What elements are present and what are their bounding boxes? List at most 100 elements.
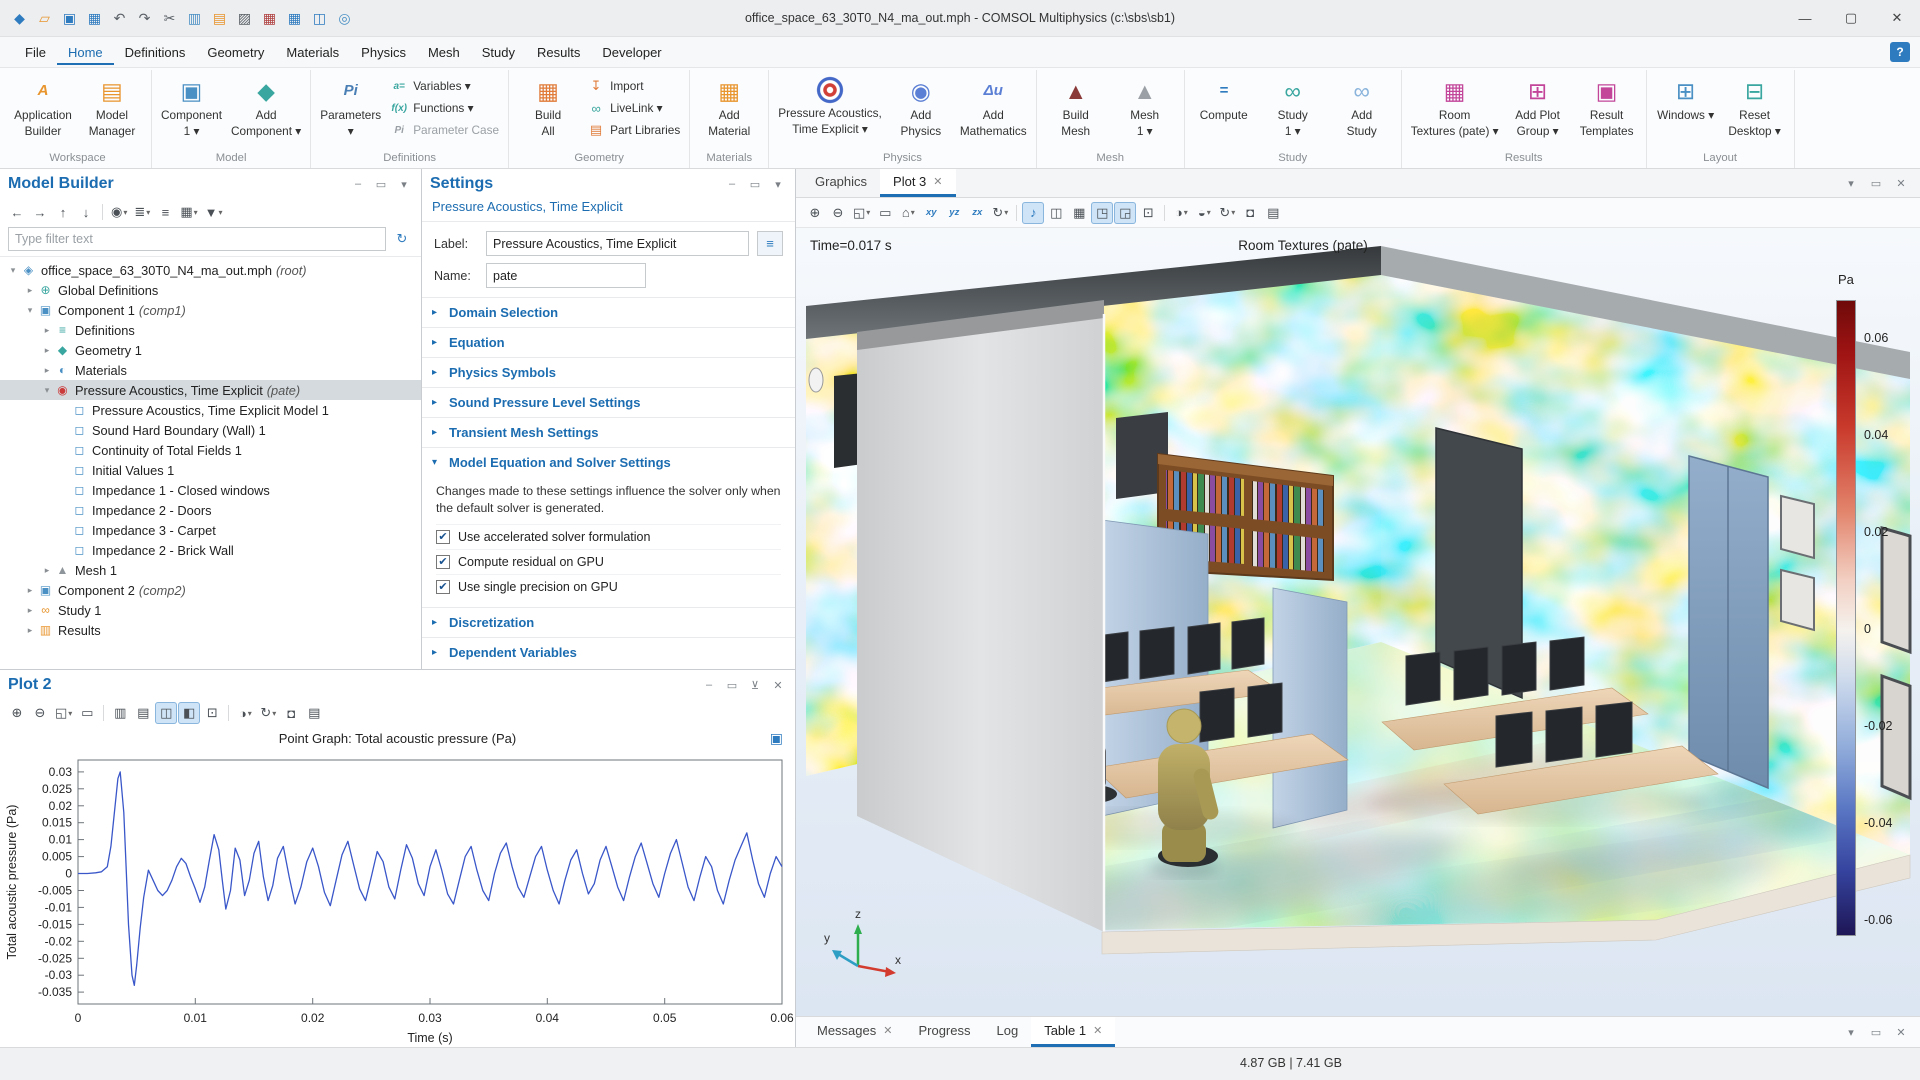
collapse-all-icon[interactable]: ≣ ▾ bbox=[131, 201, 153, 223]
checkbox[interactable]: ✔ bbox=[436, 555, 450, 570]
snapshot-icon[interactable]: ◘ bbox=[1239, 202, 1261, 224]
tree-expander-icon[interactable]: ▸ bbox=[23, 285, 37, 296]
print-icon[interactable]: ▤ bbox=[1262, 202, 1284, 224]
variables-button[interactable]: a= Variables ▾ bbox=[386, 77, 503, 95]
menu-mesh[interactable]: Mesh bbox=[417, 40, 471, 65]
redo-icon[interactable]: ↷ bbox=[133, 7, 156, 30]
zoom-in-icon[interactable]: ⊕ bbox=[804, 202, 826, 224]
tree-item[interactable]: ▸ ⊕ Global Definitions bbox=[0, 280, 421, 300]
zoom-out-icon[interactable]: ⊖ bbox=[827, 202, 849, 224]
show-grid-icon[interactable]: ▦ bbox=[1068, 202, 1090, 224]
import-button[interactable]: ↧ Import bbox=[583, 77, 684, 95]
mesh-1-button[interactable]: ▲ Mesh 1 ▾ bbox=[1111, 73, 1179, 141]
tree-item[interactable]: ◻ Impedance 3 - Carpet bbox=[0, 520, 421, 540]
view-zx-icon[interactable]: zx bbox=[966, 202, 988, 224]
panel-float-icon[interactable]: ▭ bbox=[746, 175, 764, 193]
panel-menu-icon[interactable]: ▾ bbox=[1842, 1023, 1860, 1041]
tree-filter-input[interactable] bbox=[8, 227, 386, 251]
section-header[interactable]: ▸ Domain Selection bbox=[422, 297, 795, 327]
view-xy-icon[interactable]: xy bbox=[920, 202, 942, 224]
physics-interface-button[interactable]: Pressure Acoustics, Time Explicit ▾ bbox=[774, 73, 886, 139]
go-to-default-view-icon[interactable]: ⌂ ▾ bbox=[897, 202, 919, 224]
panel-menu-icon[interactable]: ▾ bbox=[1842, 174, 1860, 192]
study-1-button[interactable]: ∞ Study 1 ▾ bbox=[1259, 73, 1327, 141]
menu-file[interactable]: File bbox=[14, 40, 57, 65]
tree-item[interactable]: ▸ ◐ Materials bbox=[0, 360, 421, 380]
panel-pin-icon[interactable]: ⊻ bbox=[746, 676, 764, 694]
menu-physics[interactable]: Physics bbox=[350, 40, 417, 65]
tree-expander-icon[interactable]: ▸ bbox=[40, 365, 54, 376]
box-zoom-icon[interactable]: ▭ bbox=[76, 702, 98, 724]
tab-close-icon[interactable]: ✕ bbox=[1093, 1024, 1102, 1037]
plot-appearance-icon[interactable]: ◑ ▾ bbox=[234, 702, 256, 724]
scene-3d[interactable] bbox=[796, 228, 1920, 1016]
x-log-axis-icon[interactable]: ▤ bbox=[132, 702, 154, 724]
section-header[interactable]: ▸ Equation bbox=[422, 327, 795, 357]
save-all-icon[interactable]: ▦ bbox=[83, 7, 106, 30]
split-view-icon[interactable]: ◫ bbox=[1045, 202, 1067, 224]
tab-log[interactable]: Log bbox=[984, 1017, 1032, 1047]
zoom-extents-icon[interactable]: ◱ ▾ bbox=[52, 702, 75, 724]
cut-icon[interactable]: ✂ bbox=[158, 7, 181, 30]
tree-item[interactable]: ▸ ▲ Mesh 1 bbox=[0, 560, 421, 580]
panel-collapse-icon[interactable]: – bbox=[723, 175, 741, 193]
panel-collapse-icon[interactable]: – bbox=[349, 175, 367, 193]
model-builder-window-icon[interactable]: ▦ bbox=[258, 7, 281, 30]
livelink-button[interactable]: ∞ LiveLink ▾ bbox=[583, 99, 684, 117]
tree-item[interactable]: ◻ Impedance 2 - Doors bbox=[0, 500, 421, 520]
panel-menu-icon[interactable]: ▾ bbox=[395, 175, 413, 193]
forward-icon[interactable]: → bbox=[29, 201, 51, 223]
tree-item[interactable]: ▾ ▣ Component 1 (comp1) bbox=[0, 300, 421, 320]
room-textures-button[interactable]: ▦ Room Textures (pate) ▾ bbox=[1407, 73, 1503, 141]
panel-float-icon[interactable]: ▭ bbox=[372, 175, 390, 193]
manual-axis-limits-icon[interactable]: ◫ bbox=[155, 702, 178, 724]
undo-icon[interactable]: ↶ bbox=[108, 7, 131, 30]
tab-messages[interactable]: Messages ✕ bbox=[804, 1017, 905, 1047]
functions-button[interactable]: f(x) Functions ▾ bbox=[386, 99, 503, 117]
settings-window-icon[interactable]: ▦ bbox=[283, 7, 306, 30]
panel-float-icon[interactable]: ▭ bbox=[723, 676, 741, 694]
panel-float-icon[interactable]: ▭ bbox=[1867, 1023, 1885, 1041]
tab-table-1[interactable]: Table 1 ✕ bbox=[1031, 1017, 1116, 1047]
tree-expander-icon[interactable]: ▾ bbox=[40, 385, 54, 396]
lock-view-icon[interactable]: ⊡ bbox=[1137, 202, 1159, 224]
tree-item[interactable]: ◻ Continuity of Total Fields 1 bbox=[0, 440, 421, 460]
tab-graphics[interactable]: Graphics bbox=[802, 169, 880, 197]
menu-definitions[interactable]: Definitions bbox=[114, 40, 197, 65]
tree-item[interactable]: ◻ Impedance 2 - Brick Wall bbox=[0, 540, 421, 560]
tab-close-icon[interactable]: ✕ bbox=[883, 1024, 892, 1037]
copy-icon[interactable]: ▥ bbox=[183, 7, 206, 30]
image-effects-icon[interactable]: ◒ ▾ bbox=[1193, 202, 1215, 224]
y-log-axis-icon[interactable]: ▥ bbox=[109, 702, 131, 724]
add-material-button[interactable]: ▦ Add Material bbox=[695, 73, 763, 141]
view-yz-icon[interactable]: yz bbox=[943, 202, 965, 224]
move-down-icon[interactable]: ↓ bbox=[75, 201, 97, 223]
plot2-chart-area[interactable]: Point Graph: Total acoustic pressure (Pa… bbox=[0, 726, 795, 1047]
reset-desktop-button[interactable]: ⊟ Reset Desktop ▾ bbox=[1721, 73, 1789, 141]
tree-item[interactable]: ◻ Sound Hard Boundary (Wall) 1 bbox=[0, 420, 421, 440]
zoom-in-icon[interactable]: ⊕ bbox=[6, 702, 28, 724]
compute-button[interactable]: = Compute bbox=[1190, 73, 1258, 125]
help-icon[interactable]: ? bbox=[1890, 42, 1910, 62]
tree-item[interactable]: ▸ ▣ Component 2 (comp2) bbox=[0, 580, 421, 600]
expand-all-icon[interactable]: ≡ bbox=[154, 201, 176, 223]
component-1-button[interactable]: ▣ Component 1 ▾ bbox=[157, 73, 226, 141]
section-header[interactable]: ▸ Sound Pressure Level Settings bbox=[422, 387, 795, 417]
tree-expander-icon[interactable]: ▸ bbox=[23, 625, 37, 636]
build-all-button[interactable]: ▦ Build All bbox=[514, 73, 582, 141]
save-icon[interactable]: ▣ bbox=[58, 7, 81, 30]
add-component-button[interactable]: ◆ Add Component ▾ bbox=[227, 73, 305, 141]
section-header[interactable]: ▸ Physics Symbols bbox=[422, 357, 795, 387]
perspective-projection-icon[interactable]: ◲ bbox=[1114, 201, 1137, 224]
tree-item[interactable]: ▾ ◉ Pressure Acoustics, Time Explicit (pate… bbox=[0, 380, 421, 400]
print-icon[interactable]: ▤ bbox=[303, 702, 325, 724]
update-view-icon[interactable]: ↻ ▾ bbox=[1216, 202, 1238, 224]
snapshot-icon[interactable]: ◘ bbox=[280, 702, 302, 724]
paste-icon[interactable]: ▤ bbox=[208, 7, 231, 30]
tree-expander-icon[interactable]: ▸ bbox=[23, 585, 37, 596]
tree-item[interactable]: ▸ ◆ Geometry 1 bbox=[0, 340, 421, 360]
tree-expander-icon[interactable]: ▾ bbox=[23, 305, 37, 316]
menu-study[interactable]: Study bbox=[471, 40, 526, 65]
add-study-button[interactable]: ∞ Add Study bbox=[1328, 73, 1396, 141]
rotate-view-icon[interactable]: ↻ ▾ bbox=[989, 202, 1011, 224]
